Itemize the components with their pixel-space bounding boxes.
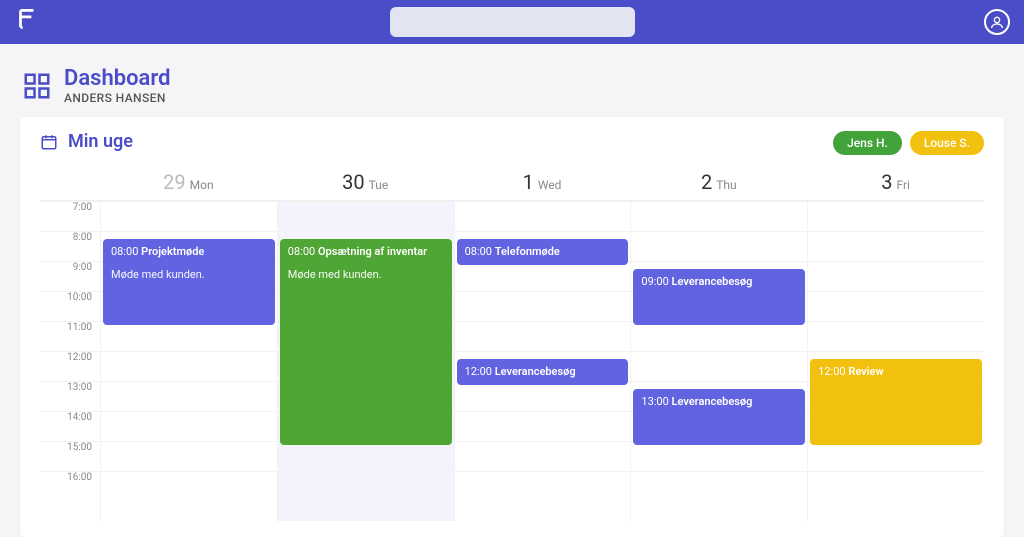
calendar-icon (40, 133, 58, 151)
page-header: Dashboard ANDERS HANSEN (0, 44, 1024, 117)
event-time: 09:00 (641, 275, 668, 288)
day-number: 1 (523, 170, 534, 194)
person-chip[interactable]: Jens H. (833, 131, 902, 155)
top-bar (0, 0, 1024, 44)
event-time: 12:00 (818, 365, 845, 378)
hour-label: 15:00 (40, 441, 100, 471)
calendar-event[interactable]: 08:00 Opsætning af inventar Møde med kund… (280, 239, 452, 445)
event-time: 12:00 (465, 365, 492, 378)
app-logo (14, 6, 40, 38)
panel-head: Min uge Jens H. Louse S. (40, 131, 984, 152)
user-avatar[interactable] (984, 9, 1010, 35)
event-title: Opsætning af inventar (318, 245, 427, 258)
dashboard-icon (22, 71, 52, 101)
event-title: Leverancebesøg (495, 365, 576, 378)
day-header: 1 Wed (454, 164, 631, 200)
day-number: 29 (163, 170, 185, 194)
search-wrap (40, 7, 984, 37)
day-name: Fri (896, 178, 909, 192)
calendar-event[interactable]: 09:00 Leverancebesøg (633, 269, 805, 325)
hour-label: 9:00 (40, 261, 100, 291)
day-header: 30 Tue (277, 164, 454, 200)
event-title: Projektmøde (141, 245, 204, 258)
day-header: 2 Thu (630, 164, 807, 200)
day-header: 29 Mon (100, 164, 277, 200)
hour-label: 12:00 (40, 351, 100, 381)
event-desc: Møde med kunden. (288, 268, 444, 281)
hour-label: 8:00 (40, 231, 100, 261)
event-time: 08:00 (111, 245, 138, 258)
calendar-event[interactable]: 12:00 Review (810, 359, 982, 445)
event-title: Telefonmøde (495, 245, 560, 258)
page-title: Dashboard (64, 66, 170, 91)
day-column: 08:00 Opsætning af inventar Møde med kund… (277, 201, 454, 521)
person-chip[interactable]: Louse S. (910, 131, 984, 155)
calendar: 29 Mon 30 Tue 1 Wed 2 Thu 3 Fri 7:008:009:0010:00… (40, 164, 984, 521)
calendar-event[interactable]: 08:00 Projektmøde Møde med kunden. (103, 239, 275, 325)
day-number: 30 (342, 170, 364, 194)
day-header: 3 Fri (807, 164, 984, 200)
day-column: 09:00 Leverancebesøg13:00 Leverancebesøg (630, 201, 807, 521)
panel-title: Min uge (68, 131, 133, 152)
day-number: 2 (701, 170, 712, 194)
event-title: Leverancebesøg (672, 275, 753, 288)
hour-label: 10:00 (40, 291, 100, 321)
day-name: Mon (190, 178, 214, 192)
hour-label: 11:00 (40, 321, 100, 351)
search-input[interactable] (390, 7, 635, 37)
event-title: Review (848, 365, 883, 378)
day-name: Wed (538, 178, 562, 192)
day-column: 08:00 Telefonmøde 12:00 Leverancebesøg (454, 201, 631, 521)
event-time: 08:00 (465, 245, 492, 258)
calendar-event[interactable]: 12:00 Leverancebesøg (457, 359, 629, 385)
event-desc: Møde med kunden. (111, 268, 267, 281)
day-name: Thu (716, 178, 736, 192)
calendar-panel: Min uge Jens H.Louse S. 29Mon30Tue1Wed2T… (20, 117, 1004, 537)
calendar-event[interactable]: 13:00 Leverancebesøg (633, 389, 805, 445)
hour-label: 16:00 (40, 471, 100, 501)
event-time: 13:00 (641, 395, 668, 408)
hour-label: 7:00 (40, 201, 100, 231)
day-column: 08:00 Projektmøde Møde med kunden. (100, 201, 277, 521)
day-name: Tue (369, 178, 389, 192)
hour-label: 13:00 (40, 381, 100, 411)
hour-label: 14:00 (40, 411, 100, 441)
event-time: 08:00 (288, 245, 315, 258)
day-number: 3 (881, 170, 892, 194)
event-title: Leverancebesøg (672, 395, 753, 408)
calendar-event[interactable]: 08:00 Telefonmøde (457, 239, 629, 265)
day-column: 12:00 Review (807, 201, 984, 521)
page-subtitle: ANDERS HANSEN (64, 91, 170, 105)
